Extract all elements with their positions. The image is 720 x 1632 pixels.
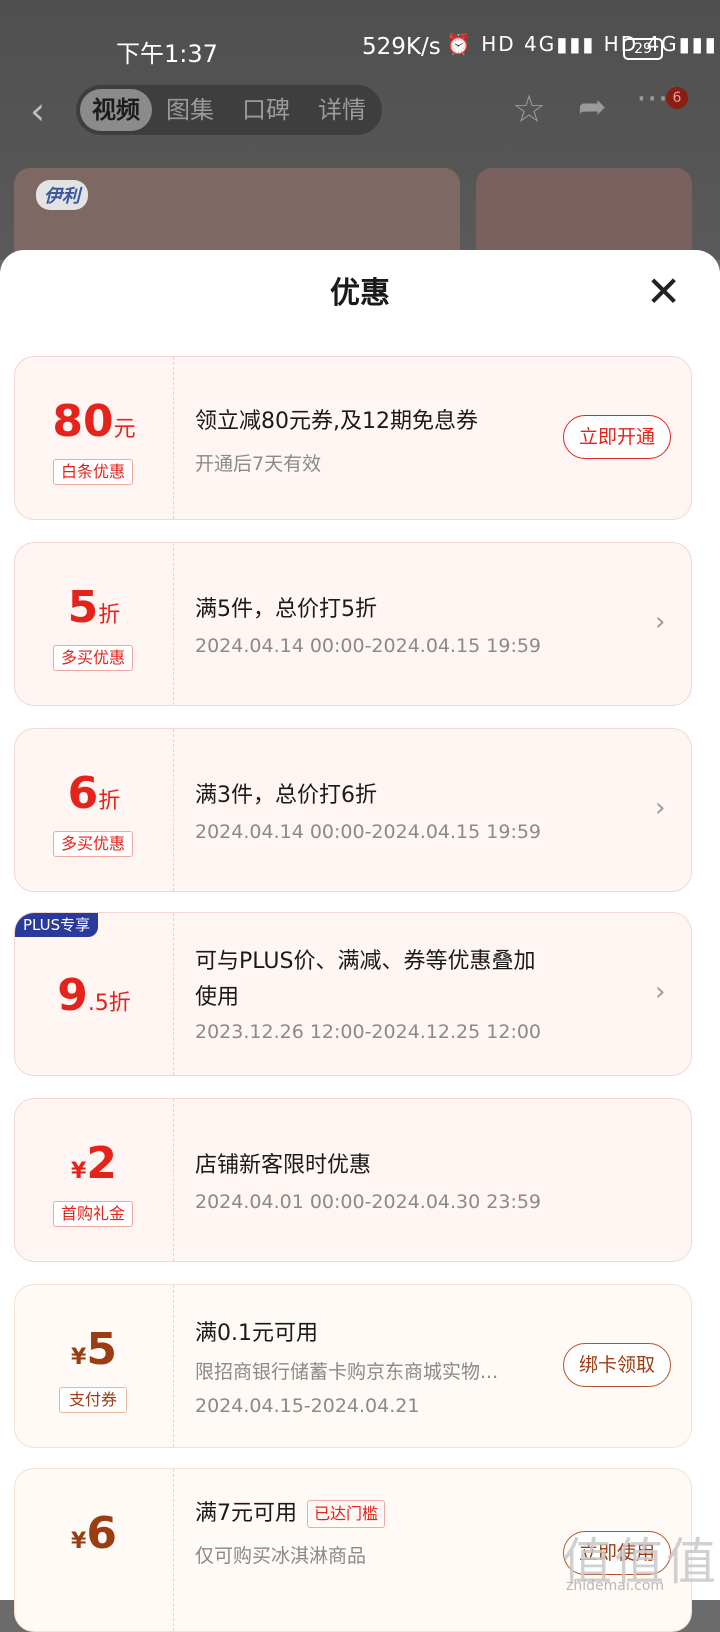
offer-card-bulk-5[interactable]: 5折 多买优惠 满5件，总价打5折 2024.04.14 00:00-2024.… [14,542,692,706]
network-speed: 529K/s [362,34,441,60]
offer-title: 满0.1元可用 [195,1321,318,1346]
signal-icons: ⏰ HD 4G▮▮▮ HD 4G▮▮▮ [446,32,718,56]
offer-subtitle: 仅可购买冰淇淋商品 [195,1545,367,1567]
offer-subtitle: 2024.04.14 00:00-2024.04.15 19:59 [195,821,542,843]
offer-value-panel: 80元 白条优惠 [15,357,174,519]
chevron-right-icon[interactable]: › [655,977,665,1007]
back-icon[interactable]: ‹ [30,89,45,133]
offer-card-bulk-6[interactable]: 6折 多买优惠 满3件，总价打6折 2024.04.14 00:00-2024.… [14,728,692,892]
offer-tag: 白条优惠 [53,459,133,485]
brand-logo: 伊利 [36,180,88,210]
offers-sheet: 优惠 ✕ 80元 白条优惠 领立减80元券,及12期免息券 开通后7天有效 立即… [0,250,720,1632]
offer-title: 店铺新客限时优惠 [195,1153,372,1178]
offer-amount: 5折 [67,582,121,633]
offer-tag: 多买优惠 [53,831,133,857]
favorite-star-icon[interactable]: ☆ [512,87,546,131]
tab-details[interactable]: 详情 [318,85,366,135]
threshold-tag: 已达门槛 [307,1500,386,1528]
offer-amount: ¥5 [71,1324,117,1375]
plus-badge: PLUS专享 [15,913,99,937]
offer-title-line1: 可与PLUS价、满减、券等优惠叠加 [195,949,536,974]
more-icon[interactable]: ··· [636,79,668,119]
offer-subtitle: 2024.04.01 00:00-2024.04.30 23:59 [195,1191,542,1213]
offer-card-plus[interactable]: PLUS专享 9.5折 可与PLUS价、满减、券等优惠叠加 使用 2023.12… [14,912,692,1076]
close-icon[interactable]: ✕ [646,270,681,314]
offer-tag: 多买优惠 [53,645,133,671]
offer-title: 满3件，总价打6折 [195,783,377,808]
offer-title-line2: 使用 [195,985,240,1010]
activate-button[interactable]: 立即开通 [563,415,671,459]
offer-subtitle: 2023.12.26 12:00-2024.12.25 12:00 [195,1021,542,1043]
offer-card-baitiao: 80元 白条优惠 领立减80元券,及12期免息券 开通后7天有效 立即开通 [14,356,692,520]
offer-subtitle: 2024.04.14 00:00-2024.04.15 19:59 [195,635,542,657]
offer-value-panel: PLUS专享 9.5折 [15,913,174,1075]
offer-value-panel: ¥2 首购礼金 [15,1099,174,1261]
offer-amount: 6折 [67,768,121,819]
offer-amount: 9.5折 [57,970,131,1021]
offer-title: 领立减80元券,及12期免息券 [195,409,478,434]
sheet-title: 优惠 [330,276,390,311]
watermark-url: zhidemai.com [566,1578,665,1594]
chevron-right-icon[interactable]: › [655,793,665,823]
offer-amount: ¥2 [71,1138,117,1189]
offer-title: 满7元可用 已达门槛 [195,1495,386,1528]
offer-amount: 80元 [52,396,136,447]
status-bar: 下午1:37 529K/s ⏰ HD 4G▮▮▮ HD 4G▮▮▮ 29 [0,0,720,95]
offer-amount: ¥6 [71,1508,117,1559]
offer-value-panel: ¥6 [15,1469,174,1631]
offer-value-panel: 6折 多买优惠 [15,729,174,891]
offer-card-payment: ¥5 支付券 满0.1元可用 限招商银行储蓄卡购京东商城实物... 2024.0… [14,1284,692,1448]
bind-card-button[interactable]: 绑卡领取 [563,1343,671,1387]
offer-value-panel: 5折 多买优惠 [15,543,174,705]
offer-subtitle: 限招商银行储蓄卡购京东商城实物... [195,1361,499,1383]
notification-badge: 6 [666,87,688,109]
share-icon[interactable]: ➦ [578,87,607,127]
chevron-right-icon[interactable]: › [655,607,665,637]
tab-reviews[interactable]: 口碑 [242,85,290,135]
offer-card-new-customer: ¥2 首购礼金 店铺新客限时优惠 2024.04.01 00:00-2024.0… [14,1098,692,1262]
battery-icon: 29 [623,38,663,60]
tab-gallery[interactable]: 图集 [166,85,214,135]
tab-video[interactable]: 视频 [80,89,152,131]
status-time: 下午1:37 [116,40,218,68]
offer-tag: 首购礼金 [53,1201,133,1227]
offer-subtitle: 开通后7天有效 [195,453,322,475]
top-nav: ‹ 视频 图集 口碑 详情 ☆ ➦ ··· 6 [0,79,720,137]
media-tabs: 视频 图集 口碑 详情 [76,85,382,135]
offer-tag: 支付券 [59,1387,127,1413]
offer-dates: 2024.04.15-2024.04.21 [195,1395,420,1417]
offer-title: 满5件，总价打5折 [195,597,377,622]
offer-value-panel: ¥5 支付券 [15,1285,174,1447]
